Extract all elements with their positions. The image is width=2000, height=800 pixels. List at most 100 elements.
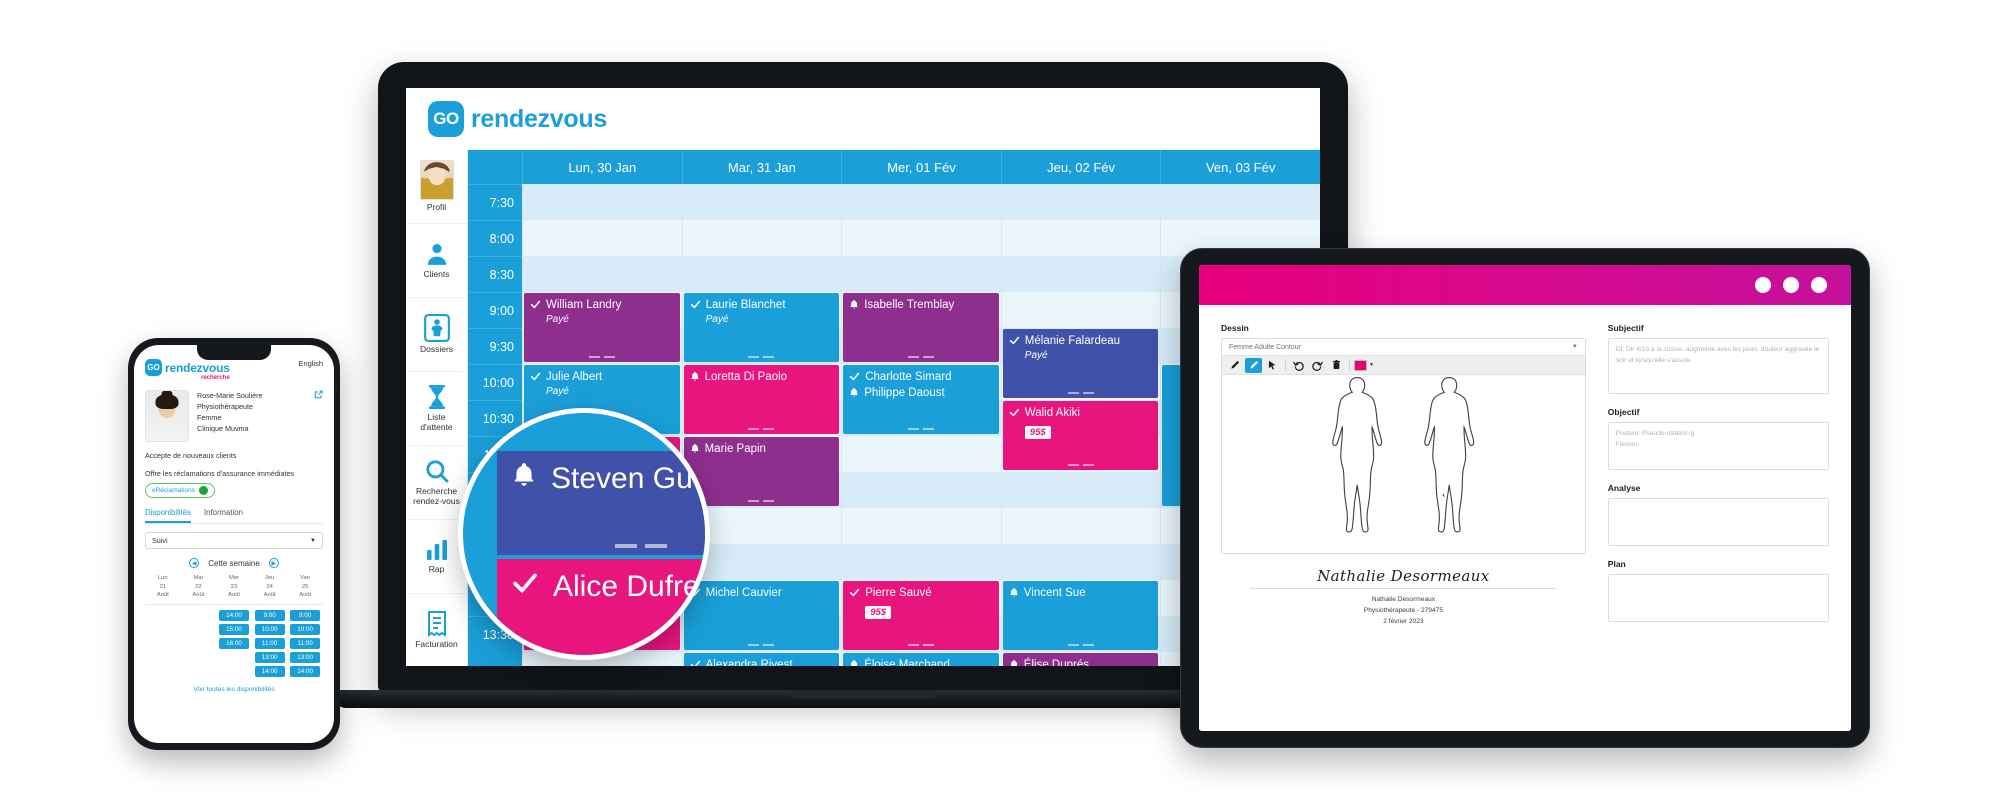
template-select[interactable]: Femme Adulte Contour ▼ [1222,339,1585,356]
objectif-textarea[interactable]: Posture: Pseudo-rotation g Flexion↓ [1607,422,1829,470]
resize-grip[interactable] [748,356,775,358]
appointment-name-row: Steven Guérin [511,461,705,497]
day-header-3[interactable]: Jeu, 02 Fév [1000,150,1161,184]
appbar-dot-3[interactable] [1811,277,1827,293]
time-label: 7:30 [468,184,522,220]
external-link-icon[interactable] [314,390,323,442]
drawing-toolbar: ▼ [1222,356,1585,375]
prev-week-button[interactable]: ◀ [189,558,200,568]
phone-device: GO rendezvous recherche English Rose-Mar… [128,338,340,750]
day-header-4[interactable]: Ven, 03 Fév [1160,150,1320,184]
appointment-name-row: Isabelle Tremblay [849,298,993,314]
time-slot-button[interactable]: 14:00 [218,610,249,622]
drawing-label: Dessin [1221,323,1249,333]
bell-icon [1009,659,1019,666]
appointment-block[interactable]: Élise DuprésLouis Lozito [1002,653,1159,666]
appointment-name-row: Élise Duprés [1009,658,1153,666]
time-slot-button[interactable]: 16:00 [218,638,249,650]
plan-textarea[interactable] [1607,574,1829,622]
magnified-appointment-alice[interactable]: Alice Dufresne [497,559,705,655]
time-slot-button[interactable]: 13:00 [254,652,285,664]
resize-grip[interactable] [907,428,934,430]
select-tool[interactable] [1264,358,1281,373]
appointment-block[interactable]: Marie Papin [683,437,840,506]
sidebar-item-recherche-rendezvous[interactable]: Recherche rendez-vous [406,446,467,520]
day-header-0[interactable]: Lun, 30 Jan [522,150,682,184]
sidebar-item-profil[interactable]: Profil [406,150,467,224]
gorendezvous-logo[interactable]: GO rendezvous [428,101,607,137]
sidebar-item-dossiers[interactable]: Dossiers [406,298,467,372]
day-header: Jeu 24 Août [263,575,276,599]
logo-wordmark: rendezvous [471,104,607,133]
body-chart-canvas[interactable] [1222,375,1585,553]
signature-block: Nathalie Desormeaux Nathalie Desormeaux … [1221,567,1586,628]
day-header-2[interactable]: Mer, 01 Fév [841,150,1001,184]
appointment-block[interactable]: Vincent Sue [1002,581,1159,650]
magnifier-content: Steven Guérin Alice Dufresne [463,413,705,655]
day-header-1[interactable]: Mar, 31 Jan [681,150,842,184]
time-slot-button[interactable]: 14:00 [290,666,321,678]
time-slot-button[interactable]: 10:00 [290,624,321,636]
availability-slots: 14:00 15:00 16:00 9:00 10:00 11:00 13:00 14:00 9… [145,610,323,678]
service-select-value: Suivi [152,536,168,545]
tab-disponibilites[interactable]: Disponibilités [145,508,191,523]
language-toggle[interactable]: English [298,359,323,368]
appointment-block[interactable]: Charlotte Simard Philippe Daoust [843,365,999,434]
sidebar-item-liste-attente[interactable]: Liste d'attente [406,372,467,446]
time-label: 8:00 [468,220,522,256]
time-slot-button[interactable]: 13:00 [290,652,321,664]
appointment-block[interactable]: William Landry Payé [524,293,680,362]
highlighter-tool[interactable] [1245,357,1262,373]
service-select[interactable]: Suivi ▼ [145,532,323,549]
time-slot-button[interactable]: 9:00 [290,610,321,622]
appointment-block[interactable]: Alexandra Rivest95$ [683,653,840,666]
resize-grip[interactable] [1067,392,1094,394]
analyse-textarea[interactable] [1607,498,1829,546]
sidebar-item-facturation[interactable]: Facturation [406,594,467,666]
practitioner-photo [145,390,189,442]
appointment-name-row: William Landry [530,298,674,314]
next-week-button[interactable]: ▶ [268,558,279,568]
time-slot-button[interactable]: 9:00 [254,610,285,622]
appointment-block[interactable]: Isabelle Tremblay [843,293,999,362]
resize-grip[interactable] [748,644,775,646]
resize-grip[interactable] [1067,464,1094,466]
resize-grip[interactable] [907,356,934,358]
time-slot-button[interactable]: 11:00 [254,638,285,650]
check-icon [849,587,860,602]
sidebar-item-clients[interactable]: Clients [406,224,467,298]
appointment-block[interactable]: Loretta Di Paolo [683,365,840,434]
appointment-block[interactable]: Pierre Sauvé 95$ [843,581,999,650]
time-slot-button[interactable]: 10:00 [254,624,285,636]
resize-grip[interactable] [748,500,775,502]
appointment-name: Isabelle Tremblay [864,299,955,311]
resize-grip[interactable] [907,644,934,646]
time-slot-button[interactable]: 11:00 [290,638,321,650]
appbar-dot-1[interactable] [1755,277,1771,293]
appbar-dot-2[interactable] [1783,277,1799,293]
tab-information[interactable]: Information [204,508,243,523]
undo-tool[interactable] [1290,358,1307,373]
signature-name: Nathalie Desormeaux [1371,596,1436,603]
appointment-block[interactable]: Walid Akiki 95$ [1002,401,1159,470]
logo-mark-icon: GO [428,101,464,137]
appointment-block[interactable]: Éloise Marchand [843,653,999,666]
appointment-name-row: Mélanie Falardeau [1009,334,1153,350]
appointment-block[interactable]: Laurie Blanchet Payé [683,293,840,362]
appointment-block[interactable]: Michel Cauvier [683,581,840,650]
resize-grip[interactable] [588,356,615,358]
resize-grip[interactable] [615,544,667,548]
phone-logo[interactable]: GO rendezvous recherche [145,359,230,381]
appointment-block[interactable]: Mélanie Falardeau Payé [1002,329,1159,398]
color-picker[interactable]: ▼ [1354,359,1374,371]
pen-tool[interactable] [1226,358,1243,373]
magnified-appointment-steven[interactable]: Steven Guérin [497,451,705,555]
subjectif-textarea[interactable]: Dt: Dlr 4/10 à la cuisse, augmente avec … [1607,338,1829,394]
see-all-availabilities-link[interactable]: Voir toutes les disponibilités [145,686,323,693]
resize-grip[interactable] [748,428,775,430]
time-slot-button[interactable]: 14:00 [254,666,285,678]
appointment-name-row: Julie Albert [530,370,674,386]
resize-grip[interactable] [1067,644,1094,646]
calendar-header-row: Lun, 30 Jan Mar, 31 Jan Mer, 01 Fév Jeu,… [468,150,1320,184]
time-slot-button[interactable]: 15:00 [218,624,249,636]
